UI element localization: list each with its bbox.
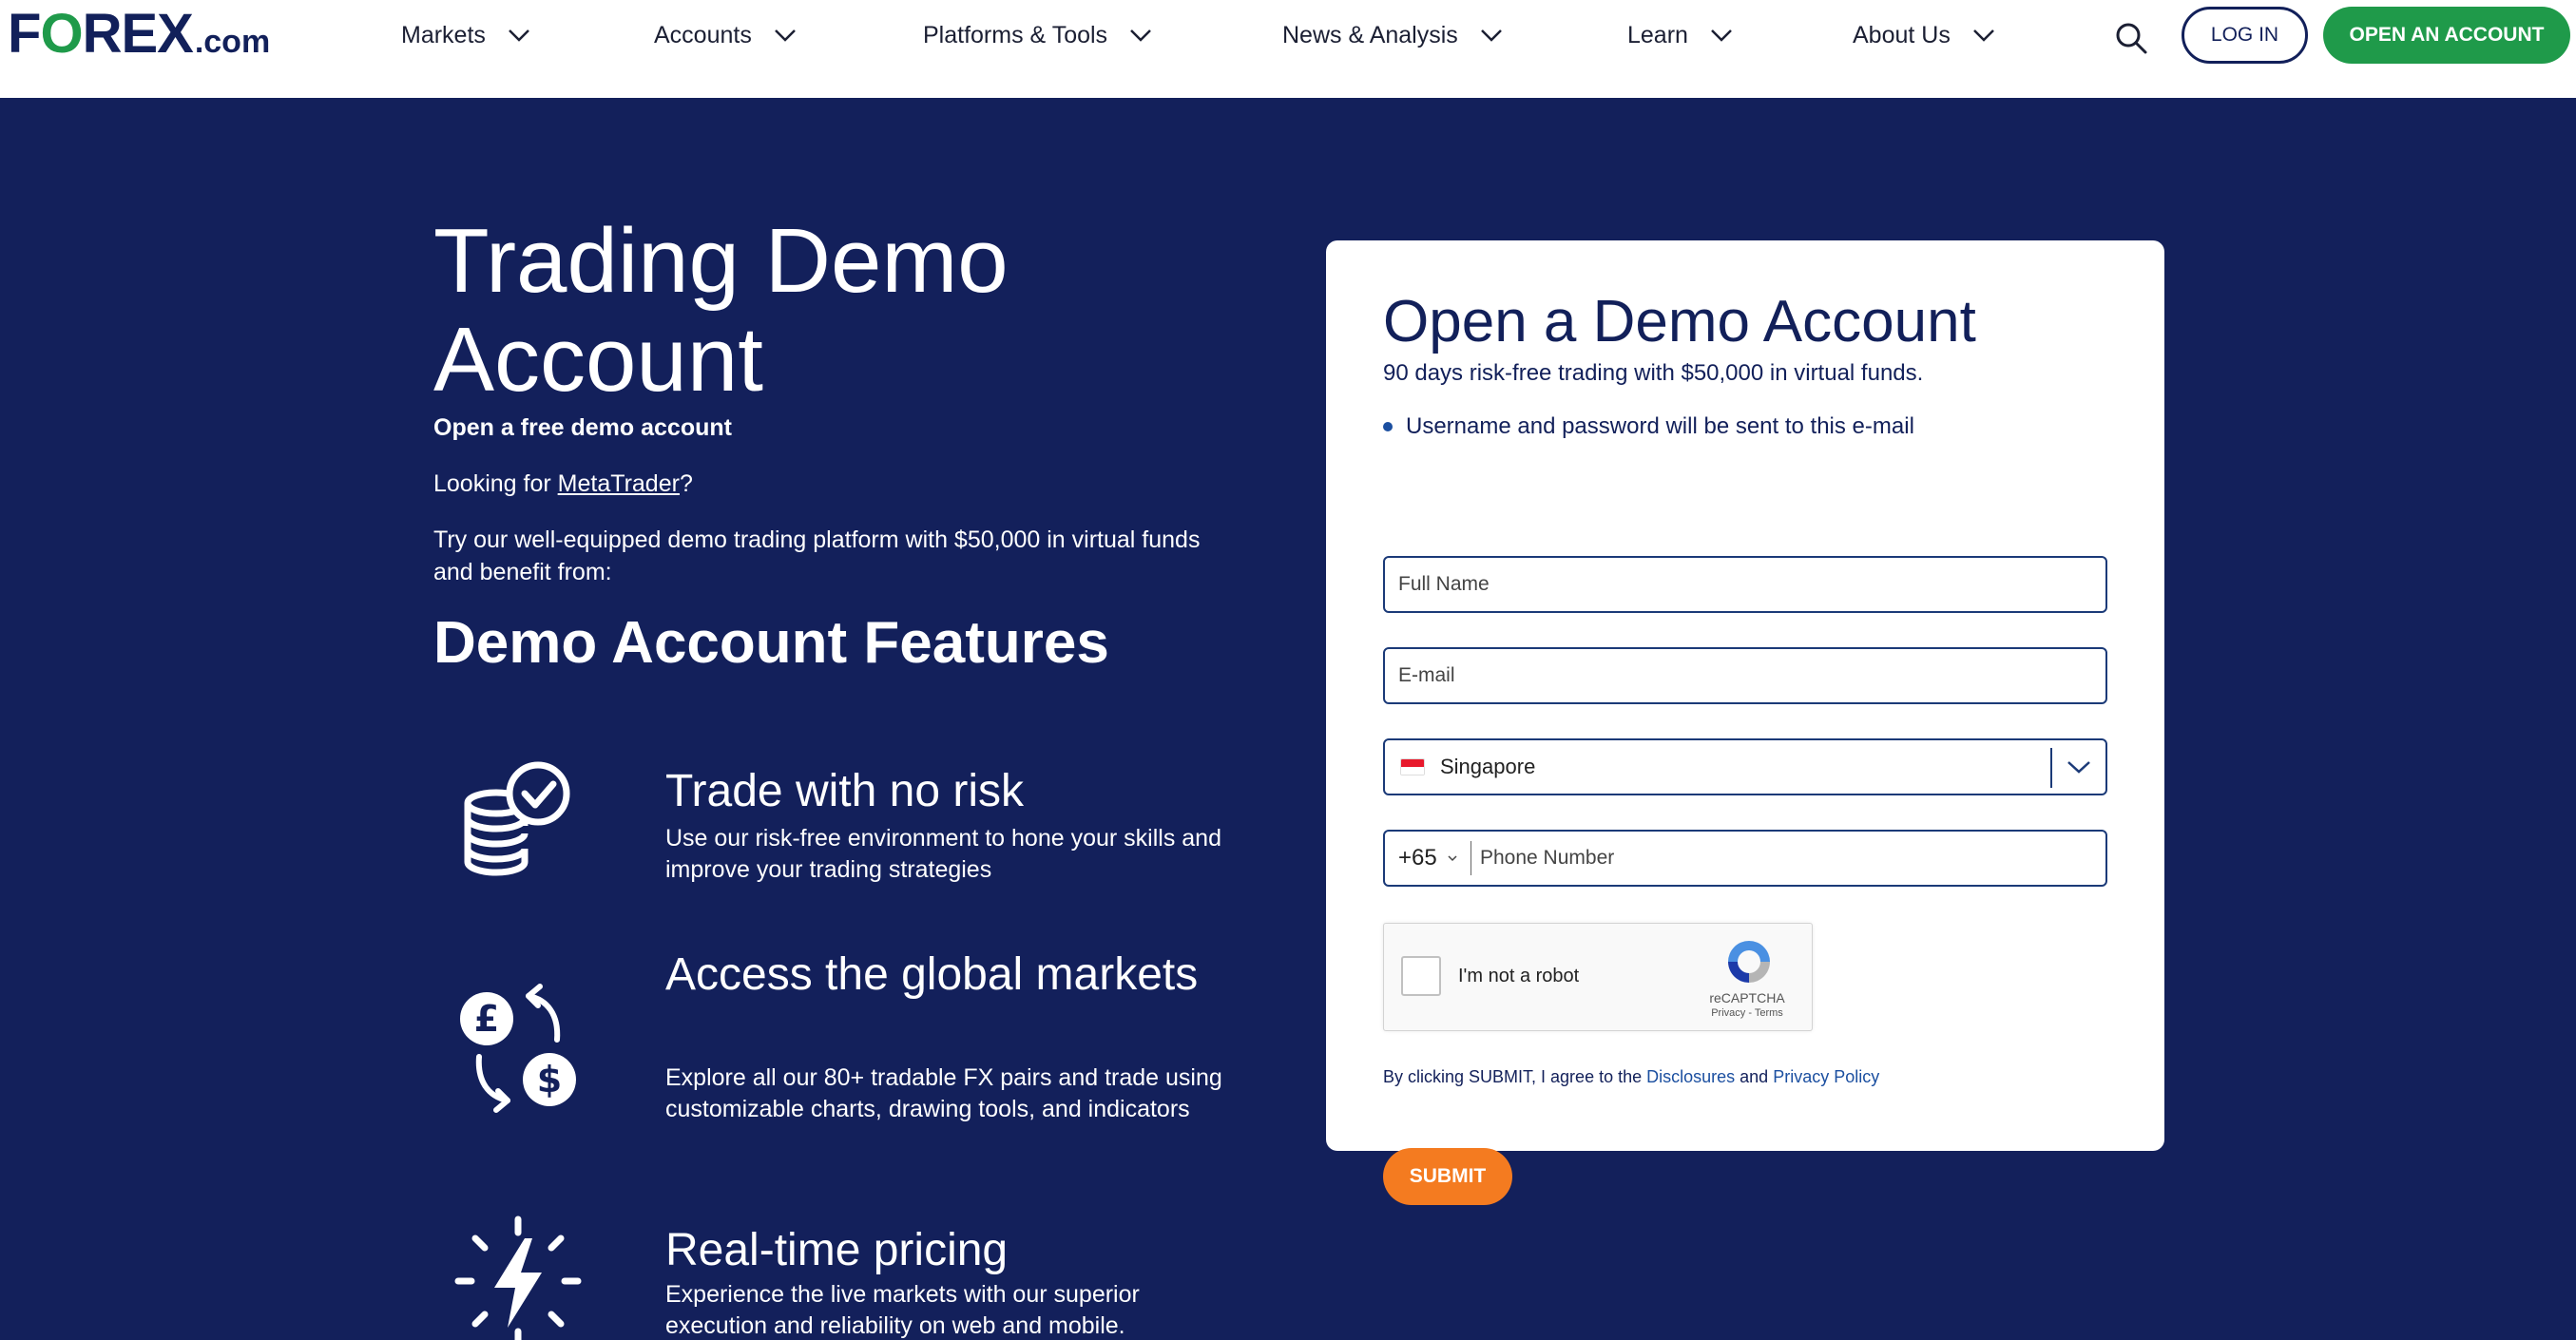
open-account-button[interactable]: OPEN AN ACCOUNT (2323, 7, 2570, 64)
feature-desc-global-markets: Explore all our 80+ tradable FX pairs an… (665, 1064, 1222, 1122)
email-input[interactable] (1385, 649, 2105, 702)
page-title: Trading Demo Account (433, 210, 1009, 411)
nav-accounts-label: Accounts (654, 21, 752, 48)
full-name-input[interactable] (1385, 558, 2105, 611)
phone-field[interactable]: +65 (1383, 830, 2107, 887)
hero-subtitle: Open a free demo account (433, 414, 732, 441)
currency-exchange-icon: £ $ (460, 984, 576, 1113)
phone-code-select[interactable]: +65 (1398, 832, 1458, 885)
chevron-down-icon (1480, 29, 1502, 42)
forex-logo[interactable]: FOREX .com (8, 6, 270, 63)
country-select[interactable]: Singapore (1383, 738, 2107, 795)
logo-letter-f: F (8, 3, 41, 65)
search-icon[interactable] (2112, 19, 2150, 57)
nav-learn[interactable]: Learn (1627, 19, 1734, 51)
submit-button[interactable]: SUBMIT (1383, 1148, 1512, 1205)
logo-letter-o: O (40, 3, 83, 65)
recaptcha-logo-icon (1728, 941, 1770, 983)
feature-desc-no-risk: Use our risk-free environment to hone yo… (665, 825, 1221, 883)
chevron-down-icon (1130, 29, 1151, 42)
nav-markets[interactable]: Markets (401, 19, 531, 51)
metatrader-line: Looking for MetaTrader? (433, 470, 693, 498)
nav-about-us[interactable]: About Us (1853, 19, 1996, 51)
chevron-down-icon[interactable] (2066, 757, 2092, 776)
nav-accounts[interactable]: Accounts (654, 19, 798, 51)
feature-title-global-markets: Access the global markets (665, 949, 1199, 1000)
chevron-down-icon (1972, 29, 1994, 42)
hero-intro-text: Try our well-equipped demo trading platf… (433, 526, 1201, 585)
full-name-field[interactable] (1383, 556, 2107, 613)
recaptcha-widget: I'm not a robot reCAPTCHA Privacy - Term… (1383, 923, 1813, 1031)
recaptcha-links[interactable]: Privacy - Terms (1690, 1007, 1804, 1019)
form-subtitle: 90 days risk-free trading with $50,000 i… (1383, 360, 1924, 386)
chevron-down-icon (1711, 29, 1732, 42)
nav-markets-label: Markets (401, 21, 486, 48)
nav-platforms-label: Platforms & Tools (923, 21, 1108, 48)
nav-about-label: About Us (1853, 21, 1951, 48)
feature-title-real-time: Real-time pricing (665, 1225, 1009, 1275)
phone-number-input[interactable] (1472, 832, 2105, 885)
agreement-mid: and (1735, 1067, 1774, 1086)
svg-text:$: $ (537, 1059, 562, 1101)
form-title: Open a Demo Account (1383, 289, 1976, 354)
select-divider (2050, 748, 2052, 788)
chevron-down-icon (774, 29, 796, 42)
recaptcha-brand: reCAPTCHA (1709, 990, 1785, 1005)
features-title: Demo Account Features (433, 610, 1109, 676)
agreement-prefix: By clicking SUBMIT, I agree to the (1383, 1067, 1647, 1086)
chevron-down-icon (1448, 855, 1457, 862)
nav-learn-label: Learn (1627, 21, 1688, 48)
logo-letters-rex: REX (82, 3, 194, 65)
chevron-down-icon (509, 29, 529, 42)
phone-code-value: +65 (1398, 845, 1437, 871)
country-value: Singapore (1440, 755, 1536, 778)
form-email-note: Username and password will be sent to th… (1383, 413, 1914, 440)
coins-check-icon (464, 761, 570, 876)
agreement-text: By clicking SUBMIT, I agree to the Discl… (1383, 1067, 1879, 1087)
privacy-policy-link[interactable]: Privacy Policy (1773, 1067, 1879, 1086)
nav-news-analysis[interactable]: News & Analysis (1282, 19, 1504, 51)
disclosures-link[interactable]: Disclosures (1646, 1067, 1735, 1086)
metatrader-link[interactable]: MetaTrader (558, 470, 680, 497)
recaptcha-label: I'm not a robot (1458, 966, 1580, 986)
email-field[interactable] (1383, 647, 2107, 704)
metatrader-prefix: Looking for (433, 470, 558, 497)
feature-title-no-risk: Trade with no risk (665, 766, 1025, 816)
top-navigation: FOREX .com Markets Accounts Platforms & … (0, 0, 2576, 98)
singapore-flag-icon (1400, 758, 1425, 775)
feature-desc-real-time: Experience the live markets with our sup… (665, 1281, 1140, 1339)
hero-section: Trading Demo Account Open a free demo ac… (0, 98, 2576, 1340)
form-email-note-text: Username and password will be sent to th… (1406, 413, 1914, 439)
lightning-icon (454, 1216, 582, 1340)
logo-suffix: .com (194, 24, 271, 60)
demo-account-form: Open a Demo Account 90 days risk-free tr… (1326, 240, 2164, 1205)
metatrader-suffix: ? (679, 470, 693, 497)
recaptcha-checkbox[interactable] (1401, 956, 1441, 996)
nav-news-label: News & Analysis (1282, 21, 1458, 48)
nav-platforms-tools[interactable]: Platforms & Tools (923, 19, 1153, 51)
login-button[interactable]: LOG IN (2182, 7, 2308, 64)
bullet-icon (1383, 422, 1393, 431)
svg-text:£: £ (474, 998, 499, 1040)
